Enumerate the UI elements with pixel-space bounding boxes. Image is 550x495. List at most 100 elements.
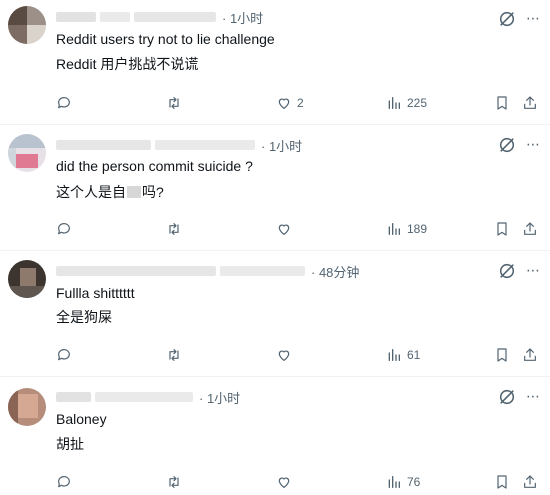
grok-icon[interactable] — [498, 388, 516, 406]
reply-translation: Reddit 用户挑战不说谎 — [56, 56, 199, 72]
redacted-handle — [134, 12, 216, 22]
share-icon — [524, 348, 536, 361]
more-options-icon[interactable]: ⋯ — [524, 261, 542, 279]
reply-icon — [58, 349, 70, 361]
redacted-handle — [220, 266, 305, 276]
redacted-username — [56, 12, 96, 22]
view-count: 76 — [407, 475, 421, 489]
reply-item[interactable]: · 1小时 ⋯ Reddit users try not to lie chal… — [0, 0, 550, 125]
reply-header: · 1小时 — [56, 8, 263, 26]
like-button[interactable] — [276, 219, 292, 239]
grok-icon[interactable] — [498, 136, 516, 154]
views-button[interactable]: 189 — [386, 219, 427, 239]
reply-button[interactable] — [56, 472, 72, 492]
redacted-handle — [155, 140, 255, 150]
repost-icon — [169, 476, 179, 488]
views-button[interactable]: 76 — [386, 472, 420, 492]
translation-part: 这个人是自 — [56, 184, 126, 200]
like-icon — [278, 350, 290, 361]
like-button[interactable] — [276, 472, 292, 492]
bookmark-icon — [497, 475, 507, 489]
share-button[interactable] — [522, 219, 538, 239]
redacted-username — [56, 140, 151, 150]
reply-icon — [58, 476, 70, 488]
share-icon — [524, 475, 536, 488]
reply-item[interactable]: · 1小时 ⋯ did the person commit suicide ? … — [0, 124, 550, 251]
view-count: 225 — [407, 96, 428, 110]
reply-translation: 胡扯 — [56, 436, 84, 452]
views-icon — [388, 476, 400, 488]
bookmark-icon — [497, 96, 507, 110]
reply-time: · 1小时 — [199, 390, 241, 406]
like-icon — [278, 98, 290, 109]
reply-header: · 48分钟 — [56, 262, 359, 280]
repost-button[interactable] — [166, 472, 182, 492]
reply-time: · 1小时 — [222, 10, 264, 26]
bookmark-button[interactable] — [494, 345, 510, 365]
like-count: 2 — [297, 96, 304, 110]
avatar[interactable] — [8, 260, 46, 298]
redacted-username — [56, 392, 91, 402]
share-icon — [524, 96, 536, 109]
reply-text: Fullla shitttttt — [56, 285, 135, 301]
redacted-username — [56, 266, 216, 276]
like-button[interactable]: 2 — [276, 93, 304, 113]
views-button[interactable]: 225 — [386, 93, 427, 113]
views-icon — [388, 349, 400, 361]
reply-translation: 全是狗屎 — [56, 309, 112, 325]
views-button[interactable]: 61 — [386, 345, 420, 365]
reply-item[interactable]: · 1小时 ⋯ Baloney 胡扯 76 — [0, 376, 550, 495]
translation-part: 吗? — [142, 184, 164, 200]
share-button[interactable] — [522, 472, 538, 492]
views-icon — [388, 223, 400, 235]
reply-button[interactable] — [56, 93, 72, 113]
more-options-icon[interactable]: ⋯ — [524, 135, 542, 153]
avatar[interactable] — [8, 134, 46, 172]
action-bar: 76 — [0, 472, 550, 492]
bookmark-button[interactable] — [494, 219, 510, 239]
action-bar: 61 — [0, 345, 550, 365]
view-count: 61 — [407, 348, 421, 362]
reply-header: · 1小时 — [56, 388, 240, 406]
grok-icon[interactable] — [498, 10, 516, 28]
more-options-icon[interactable]: ⋯ — [524, 9, 542, 27]
avatar[interactable] — [8, 6, 46, 44]
repost-icon — [169, 97, 179, 109]
avatar[interactable] — [8, 388, 46, 426]
repost-icon — [169, 349, 179, 361]
action-bar: 189 — [0, 219, 550, 239]
reply-text: did the person commit suicide ? — [56, 158, 253, 174]
action-bar: 2 225 — [0, 93, 550, 113]
like-button[interactable] — [276, 345, 292, 365]
redacted-handle — [95, 392, 193, 402]
redacted-username — [100, 12, 130, 22]
view-count: 189 — [407, 222, 428, 236]
share-button[interactable] — [522, 93, 538, 113]
share-icon — [524, 222, 536, 235]
bookmark-icon — [497, 348, 507, 362]
like-icon — [278, 477, 290, 488]
reply-text: Reddit users try not to lie challenge — [56, 31, 275, 47]
repost-icon — [169, 223, 179, 235]
views-icon — [388, 97, 400, 109]
reply-icon — [58, 97, 70, 109]
reply-translation: 这个人是自 吗? — [56, 183, 164, 201]
share-button[interactable] — [522, 345, 538, 365]
reply-button[interactable] — [56, 219, 72, 239]
redacted-word — [127, 186, 141, 198]
more-options-icon[interactable]: ⋯ — [524, 387, 542, 405]
reply-text: Baloney — [56, 411, 107, 427]
bookmark-icon — [497, 222, 507, 236]
grok-icon[interactable] — [498, 262, 516, 280]
reply-time: · 48分钟 — [311, 264, 360, 280]
reply-item[interactable]: · 48分钟 ⋯ Fullla shitttttt 全是狗屎 61 — [0, 250, 550, 377]
bookmark-button[interactable] — [494, 93, 510, 113]
repost-button[interactable] — [166, 219, 182, 239]
reply-header: · 1小时 — [56, 136, 302, 154]
like-icon — [278, 224, 290, 235]
repost-button[interactable] — [166, 93, 182, 113]
repost-button[interactable] — [166, 345, 182, 365]
reply-button[interactable] — [56, 345, 72, 365]
reply-icon — [58, 223, 70, 235]
bookmark-button[interactable] — [494, 472, 510, 492]
